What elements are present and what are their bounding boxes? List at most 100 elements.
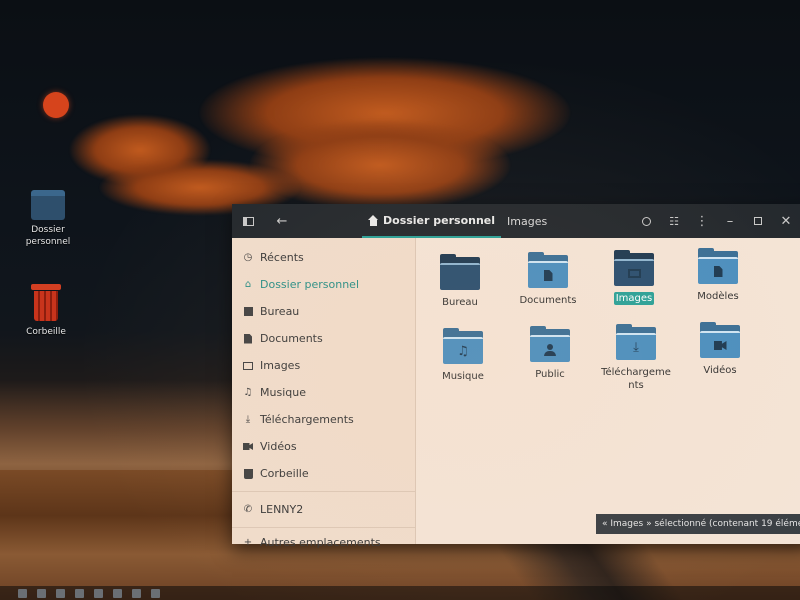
sidebar-item-documents[interactable]: Documents — [232, 325, 415, 352]
sidebar-item-device[interactable]: ✆ LENNY2 — [232, 496, 415, 523]
kebab-menu-icon: ⋮ — [695, 213, 709, 229]
sidebar-item-label: LENNY2 — [260, 503, 304, 516]
menu-button[interactable]: ⋮ — [688, 207, 716, 235]
folder-videos[interactable]: Vidéos — [677, 322, 763, 377]
sidebar-item-label: Vidéos — [260, 440, 297, 453]
download-folder-icon: ⤓ — [616, 324, 656, 360]
status-text: « Images » sélectionné (contenant 19 élé… — [602, 519, 800, 529]
taskbar-app-icon[interactable] — [18, 588, 27, 598]
close-button[interactable]: ✕ — [772, 207, 800, 235]
folder-public[interactable]: Public — [507, 326, 593, 381]
sidebar-separator — [232, 527, 415, 528]
app-icon — [43, 92, 69, 118]
taskbar-app-icon[interactable] — [75, 588, 84, 598]
maximize-icon — [754, 217, 762, 225]
sidebar-separator — [232, 491, 415, 492]
search-icon — [641, 216, 651, 226]
folder-label: Public — [535, 369, 565, 380]
sidebar-item-label: Corbeille — [260, 467, 309, 480]
taskbar-app-icon[interactable] — [56, 588, 65, 598]
folder-label: Vidéos — [703, 365, 737, 376]
sidebar-item-videos[interactable]: Vidéos — [232, 433, 415, 460]
music-icon: ♫ — [243, 387, 253, 398]
folder-musique[interactable]: ♫ Musique — [420, 328, 506, 383]
sidebar-item-images[interactable]: Images — [232, 352, 415, 379]
folder-label: Documents — [519, 295, 577, 306]
image-icon — [242, 360, 254, 372]
sidebar: ◷ Récents ⌂ Dossier personnel Bureau Doc… — [232, 238, 416, 549]
back-button[interactable]: ← — [268, 207, 296, 235]
sidebar-toggle-icon — [242, 216, 254, 226]
folder-images[interactable]: Images — [591, 250, 677, 305]
trash-icon — [31, 284, 61, 322]
download-icon: ⤓ — [245, 414, 251, 425]
search-button[interactable] — [632, 207, 660, 235]
video-icon — [242, 441, 254, 453]
taskbar-app-icon[interactable] — [113, 588, 122, 598]
folder-icon — [31, 190, 65, 220]
arrow-left-icon: ← — [276, 213, 288, 229]
home-icon — [368, 214, 379, 226]
folder-telechargements[interactable]: ⤓ Téléchargements — [593, 324, 679, 392]
breadcrumb-current-label: Images — [507, 214, 548, 228]
sidebar-item-musique[interactable]: ♫ Musique — [232, 379, 415, 406]
taskbar-app-icon[interactable] — [94, 588, 103, 598]
desktop-icon — [242, 306, 254, 318]
sidebar-item-home[interactable]: ⌂ Dossier personnel — [232, 271, 415, 298]
folder-bureau[interactable]: Bureau — [417, 254, 503, 309]
sidebar-item-other-locations[interactable]: + Autres emplacements — [232, 532, 415, 552]
status-bar: « Images » sélectionné (contenant 19 élé… — [596, 514, 800, 534]
image-folder-icon — [614, 250, 654, 286]
folder-label: Modèles — [697, 291, 739, 302]
sidebar-item-label: Documents — [260, 332, 323, 345]
clock-icon: ◷ — [243, 252, 253, 263]
breadcrumb-home[interactable]: Dossier personnel — [362, 204, 502, 238]
taskbar — [0, 586, 800, 600]
maximize-button[interactable] — [744, 207, 772, 235]
minimize-icon: – — [726, 213, 734, 229]
phone-icon: ✆ — [243, 504, 253, 515]
sidebar-item-label: Récents — [260, 251, 304, 264]
desktop-icon-label: Corbeille — [26, 327, 66, 337]
sidebar-item-corbeille[interactable]: Corbeille — [232, 460, 415, 487]
list-view-icon: ☷ — [669, 214, 679, 228]
sidebar-toggle-button[interactable] — [234, 207, 262, 235]
taskbar-app-icon[interactable] — [132, 588, 141, 598]
trash-icon — [242, 468, 254, 480]
sidebar-item-label: Autres emplacements — [260, 535, 381, 549]
titlebar: ← Dossier personnel Images ☷ ⋮ – ✕ — [232, 204, 800, 238]
desktop-icon-trash[interactable]: Corbeille — [6, 284, 86, 338]
desktop-icon-home[interactable]: Dossier personnel — [8, 190, 88, 248]
breadcrumb-current[interactable]: Images — [501, 204, 553, 238]
taskbar-app-icon[interactable] — [37, 588, 46, 598]
home-icon: ⌂ — [244, 279, 252, 290]
taskbar-app-icon[interactable] — [151, 588, 160, 598]
folder-label: Musique — [442, 371, 484, 382]
sidebar-item-label: Bureau — [260, 305, 300, 318]
video-folder-icon — [700, 322, 740, 358]
folder-documents[interactable]: Documents — [505, 252, 591, 307]
document-icon — [242, 333, 254, 345]
sidebar-item-label: Musique — [260, 386, 306, 399]
folder-view: Bureau Documents Images Modèles ♫ Musiqu… — [417, 238, 800, 544]
sidebar-item-bureau[interactable]: Bureau — [232, 298, 415, 325]
desktop-icon-label: Dossier personnel — [25, 225, 71, 247]
music-folder-icon: ♫ — [443, 328, 483, 364]
close-icon: ✕ — [780, 213, 792, 229]
sidebar-item-telechargements[interactable]: ⤓ Téléchargements — [232, 406, 415, 433]
folder-label: Téléchargements — [601, 367, 671, 391]
plus-icon: + — [243, 536, 253, 548]
desktop-icon-top[interactable] — [16, 92, 96, 118]
breadcrumb-home-label: Dossier personnel — [383, 213, 496, 227]
view-toggle-button[interactable]: ☷ — [660, 207, 688, 235]
minimize-button[interactable]: – — [716, 207, 744, 235]
desktop-folder-icon — [440, 254, 480, 290]
folder-label: Images — [613, 292, 655, 305]
sidebar-item-label: Images — [260, 359, 301, 372]
user-folder-icon — [530, 326, 570, 362]
sidebar-item-recents[interactable]: ◷ Récents — [232, 244, 415, 271]
file-manager-window: ← Dossier personnel Images ☷ ⋮ – ✕ ◷ Réc… — [232, 204, 800, 549]
folder-modeles[interactable]: Modèles — [675, 248, 761, 303]
document-folder-icon — [528, 252, 568, 288]
sidebar-item-label: Dossier personnel — [260, 278, 360, 291]
